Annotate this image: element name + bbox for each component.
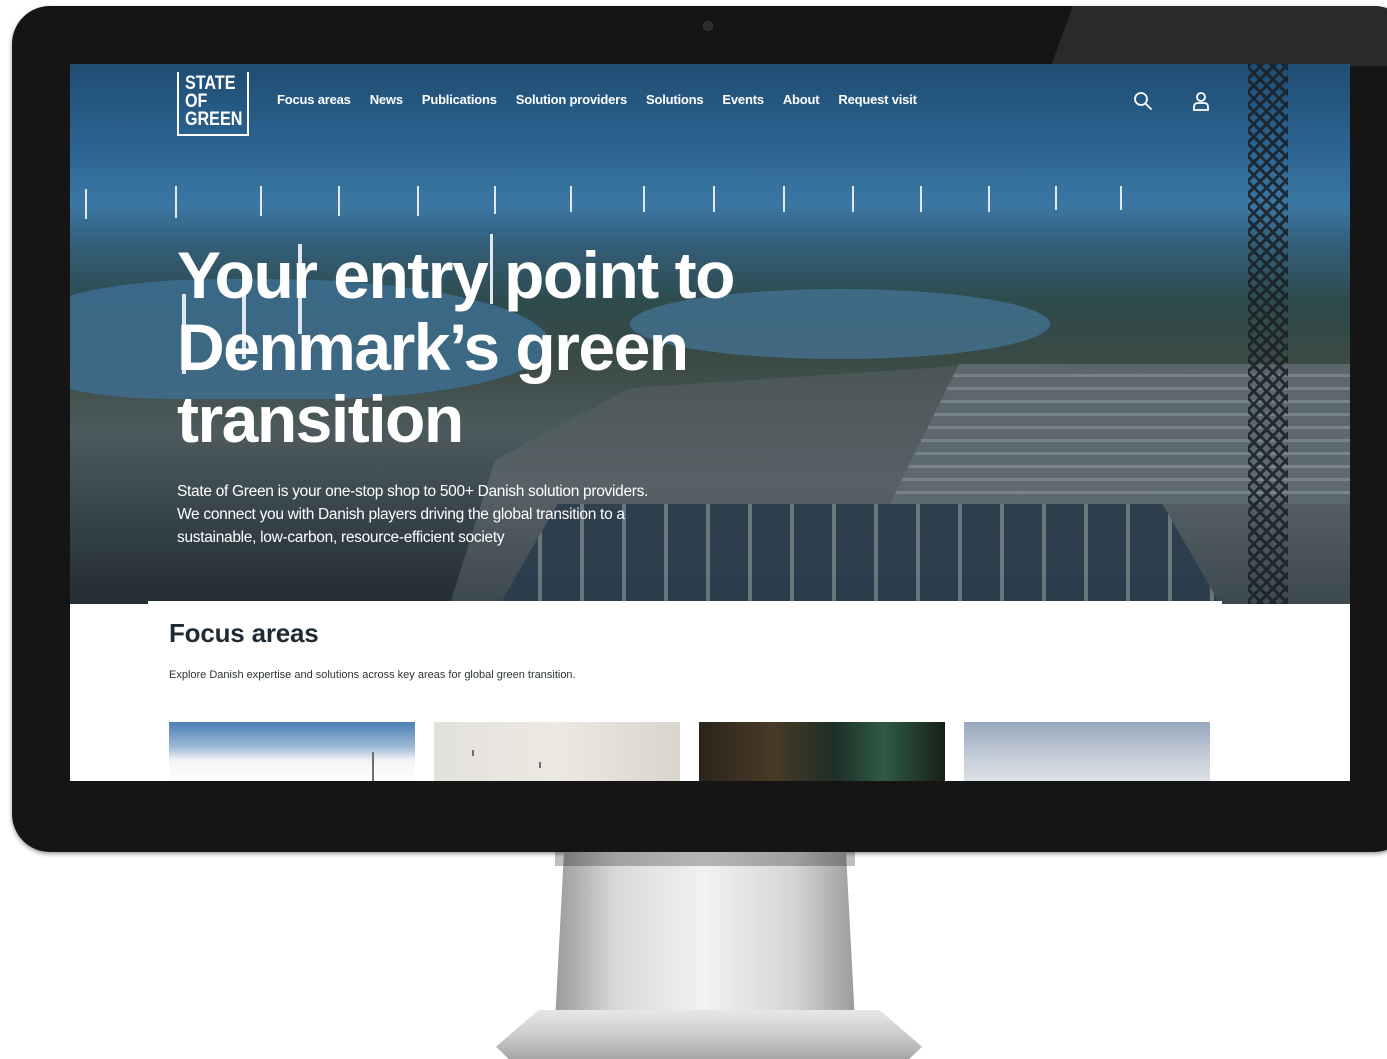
focus-area-card[interactable] (964, 722, 1210, 781)
wind-turbine (1120, 186, 1122, 210)
wind-turbine (852, 186, 854, 212)
focus-areas-title: Focus areas (169, 618, 319, 648)
focus-area-card[interactable] (434, 722, 680, 781)
card-image-detail (539, 762, 541, 768)
top-nav: STATE OF GREEN Focus areas News Publicat… (70, 64, 1350, 140)
focus-areas-subtitle: Explore Danish expertise and solutions a… (169, 669, 576, 681)
wind-turbine (494, 186, 496, 214)
wind-turbine (643, 186, 645, 212)
hero-title: Your entry point to Denmark’s green tran… (177, 238, 735, 456)
focus-areas-section: Focus areas Explore Danish expertise and… (70, 604, 1350, 781)
focus-area-card[interactable] (699, 722, 945, 781)
nav-item-solutions[interactable]: Solutions (646, 92, 704, 107)
nav-item-about[interactable]: About (783, 92, 820, 107)
wind-turbine (783, 186, 785, 212)
wind-turbine (570, 186, 572, 212)
wind-turbine (920, 186, 922, 212)
wind-turbine (85, 189, 87, 219)
card-image-detail (372, 752, 374, 781)
wind-turbine (417, 186, 419, 216)
hero-banner: STATE OF GREEN Focus areas News Publicat… (70, 64, 1350, 604)
focus-area-card[interactable] (169, 722, 415, 781)
wind-turbine (260, 186, 262, 216)
monitor-stand-shadow (555, 852, 855, 866)
search-icon[interactable] (1132, 90, 1154, 112)
user-icon[interactable] (1190, 90, 1212, 112)
nav-item-publications[interactable]: Publications (422, 92, 497, 107)
wind-turbine (175, 186, 177, 218)
hero-description: State of Green is your one-stop shop to … (177, 483, 649, 546)
card-image-detail (472, 750, 474, 756)
nav-links: Focus areas News Publications Solution p… (277, 92, 917, 107)
state-of-green-logo[interactable]: STATE OF GREEN (177, 72, 249, 136)
monitor-bezel: STATE OF GREEN Focus areas News Publicat… (12, 6, 1387, 852)
nav-item-events[interactable]: Events (722, 92, 764, 107)
nav-item-request-visit[interactable]: Request visit (838, 92, 917, 107)
logo-text-green: GREEN (184, 109, 243, 130)
wind-turbine (713, 186, 715, 212)
nav-item-solution-providers[interactable]: Solution providers (516, 92, 627, 107)
nav-item-news[interactable]: News (370, 92, 403, 107)
wind-turbine (1055, 186, 1057, 210)
screen: STATE OF GREEN Focus areas News Publicat… (70, 64, 1350, 781)
focus-area-cards (169, 722, 1210, 781)
wind-turbine (338, 186, 340, 216)
bezel-glare (1051, 6, 1387, 66)
nav-item-focus-areas[interactable]: Focus areas (277, 92, 351, 107)
monitor-stand-neck (555, 852, 855, 1022)
camera (703, 21, 713, 31)
wind-turbine (988, 186, 990, 212)
monitor-stand-base (496, 1010, 922, 1059)
transmission-tower (1248, 64, 1288, 604)
